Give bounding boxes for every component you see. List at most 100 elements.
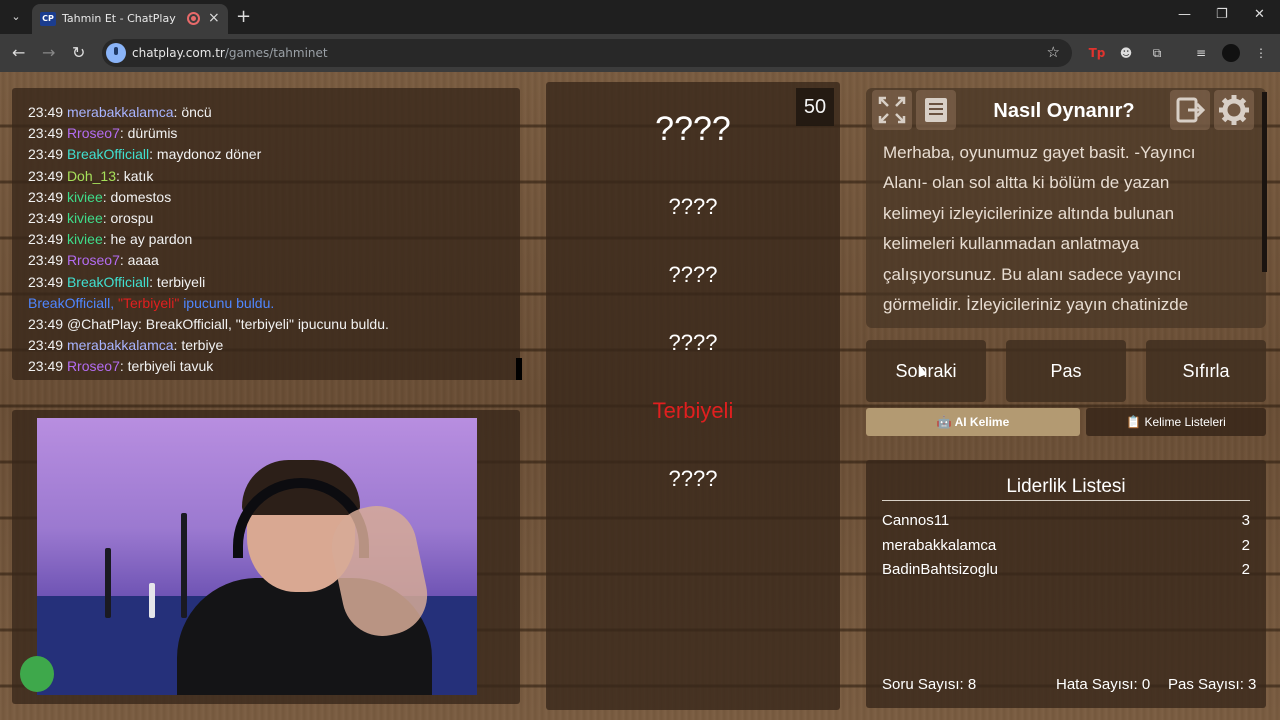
webcam-overlay-badge (20, 656, 54, 692)
reset-button[interactable]: Sıfırla (1146, 340, 1266, 402)
chat-time: 23:49 (28, 188, 67, 205)
microphone-icon[interactable] (106, 43, 126, 63)
chat-system-text: ipucunu buldu. (183, 294, 275, 311)
chat-username[interactable]: BreakOfficiall (67, 274, 149, 290)
browser-menu-icon[interactable]: ⋮ (1252, 44, 1270, 62)
chat-text: : maydonoz döner (149, 146, 262, 163)
tab-ai-word[interactable]: 🤖 AI Kelime (866, 408, 1080, 436)
chat-username[interactable]: kiviee (67, 189, 103, 205)
extension-tp-icon[interactable]: Tp (1088, 44, 1106, 62)
chat-message: 23:49 kiviee: orospu (28, 208, 508, 229)
window-close-icon[interactable]: ✕ (1254, 7, 1265, 22)
chat-text: : domestos (102, 188, 172, 205)
chat-username[interactable]: Rroseo7 (67, 125, 120, 141)
chat-text: : BreakOfficiall, "terbiyeli" ipucunu bu… (137, 315, 389, 332)
chat-username[interactable]: BreakOfficiall (67, 146, 149, 162)
leaderboard-divider (882, 500, 1250, 501)
forward-icon[interactable]: → (42, 43, 55, 62)
restore-icon[interactable]: ❐ (1216, 7, 1228, 22)
word-board (546, 82, 840, 710)
webcam-decor-item (149, 583, 155, 618)
hint-word-hidden: ???? (668, 262, 718, 287)
chat-text: : he ay pardon (102, 231, 193, 248)
extensions-puzzle-icon[interactable]: ⧉ (1148, 44, 1166, 62)
address-bar[interactable]: chatplay.com.tr/games/tahminet ☆ (102, 39, 1072, 67)
chat-time: 23:49 (28, 167, 67, 184)
chat-text: : öncü (173, 104, 212, 120)
chat-time: 23:49 (28, 209, 67, 226)
chat-time: 23:49 (28, 146, 67, 163)
chat-message: 23:49 BreakOfficiall: terbiyeli (28, 272, 508, 293)
how-to-play-text: Merhaba, oyunumuz gayet basit. -Yayıncı … (883, 143, 1196, 315)
chat-username[interactable]: merabakkalamca (67, 104, 174, 120)
pass-count: Pas Sayısı: 3 (1168, 676, 1257, 693)
chat-text: : katık (115, 167, 154, 184)
chat-message: 23:49 Doh_13: katık (28, 166, 508, 187)
hint-word-hidden: ???? (668, 194, 718, 219)
chat-time: 23:49 (28, 231, 67, 248)
minimize-icon[interactable]: — (1178, 7, 1191, 22)
chat-text: : orospu (102, 209, 154, 226)
chat-username[interactable]: Rroseo7 (67, 252, 120, 268)
chat-message: 23:49 BreakOfficiall: maydonoz döner (28, 144, 508, 165)
chat-time: 23:49 (28, 273, 67, 290)
extension-face-icon[interactable]: ☻ (1117, 44, 1135, 62)
chat-username[interactable]: @ChatPlay (67, 316, 138, 332)
browser-tab[interactable]: CP Tahmin Et - ChatPlay × (32, 4, 228, 34)
chat-panel: 23:49 merabakkalamca: öncü 23:49 Rroseo7:… (12, 88, 522, 380)
leaderboard-row: BadinBahtsizoglu 2 (882, 561, 1250, 585)
profile-avatar[interactable] (1222, 44, 1240, 62)
tab-title: Tahmin Et - ChatPlay (62, 12, 176, 25)
how-to-play-scrollbar[interactable] (1262, 92, 1267, 272)
bookmark-star-icon[interactable]: ☆ (1047, 43, 1060, 61)
exit-icon[interactable] (1170, 90, 1210, 130)
chat-time: 23:49 (28, 337, 67, 354)
url-host: chatplay.com.tr (132, 46, 225, 60)
chat-time: 23:49 (28, 358, 67, 375)
question-count: Soru Sayısı: 8 (882, 676, 977, 693)
chat-username[interactable]: kiviee (67, 210, 103, 226)
chat-message: 23:49 Rroseo7: terbiyeli tavuk (28, 356, 508, 377)
recording-indicator-icon (187, 12, 200, 25)
url-text[interactable]: chatplay.com.tr/games/tahminet (132, 46, 328, 60)
chat-username[interactable]: Doh_13 (67, 168, 116, 184)
chat-time: 23:49 (28, 125, 67, 142)
chat-message: 23:49 kiviee: he ay pardon (28, 229, 508, 250)
chat-message: 23:49 @ChatPlay: BreakOfficiall, "terbiy… (28, 314, 508, 335)
leaderboard-name: merabakkalamca (882, 536, 997, 554)
main-word: ???? (655, 110, 731, 148)
game-page: 23:49 merabakkalamca: öncü 23:49 Rroseo7:… (0, 72, 1280, 720)
chat-text: : terbiyeli (149, 273, 206, 290)
hint-word-found: Terbiyeli (652, 398, 734, 423)
chat-system-word: "Terbiyeli" (114, 294, 184, 311)
chat-message: 23:49 Rroseo7: aaaa (28, 250, 508, 271)
close-tab-icon[interactable]: × (208, 10, 220, 26)
chat-text: : dürümis (119, 125, 178, 142)
chat-text: : terbiye (173, 337, 224, 354)
pass-button[interactable]: Pas (1006, 340, 1126, 402)
media-controls-icon[interactable]: ≡ (1192, 44, 1210, 62)
chat-username[interactable]: Rroseo7 (67, 358, 120, 374)
error-count: Hata Sayısı: 0 (1056, 676, 1151, 693)
leaderboard-name: BadinBahtsizoglu (882, 561, 998, 578)
chat-scrollbar[interactable] (516, 358, 522, 380)
browser-toolbar: ← → ↻ chatplay.com.tr/games/tahminet ☆ T… (0, 34, 1280, 72)
chat-username[interactable]: kiviee (67, 231, 103, 247)
chat-text: : terbiyeli tavuk (119, 358, 214, 375)
chat-time: 23:49 (28, 315, 67, 332)
reload-icon[interactable]: ↻ (72, 43, 85, 62)
new-tab-icon[interactable]: + (236, 6, 251, 27)
site-favicon-icon: CP (40, 12, 56, 26)
webcam-decor-item (105, 548, 111, 618)
gear-icon[interactable] (1214, 90, 1254, 130)
tab-search-icon[interactable]: ⌄ (6, 8, 26, 26)
next-button[interactable]: Sonraki (866, 340, 986, 402)
tab-word-lists[interactable]: 📋 Kelime Listeleri (1086, 408, 1266, 436)
browser-tab-strip: ⌄ CP Tahmin Et - ChatPlay × + — ❐ ✕ (0, 0, 1280, 34)
chat-message: 23:49 merabakkalamca: öncü (28, 102, 508, 123)
chat-username[interactable]: merabakkalamca (67, 337, 174, 353)
chat-message: 23:49 merabakkalamca: terbiye (28, 335, 508, 356)
chat-message-list: 23:49 merabakkalamca: öncü 23:49 Rroseo7:… (28, 102, 508, 377)
back-icon[interactable]: ← (12, 43, 25, 62)
webcam-decor-item (181, 513, 187, 618)
